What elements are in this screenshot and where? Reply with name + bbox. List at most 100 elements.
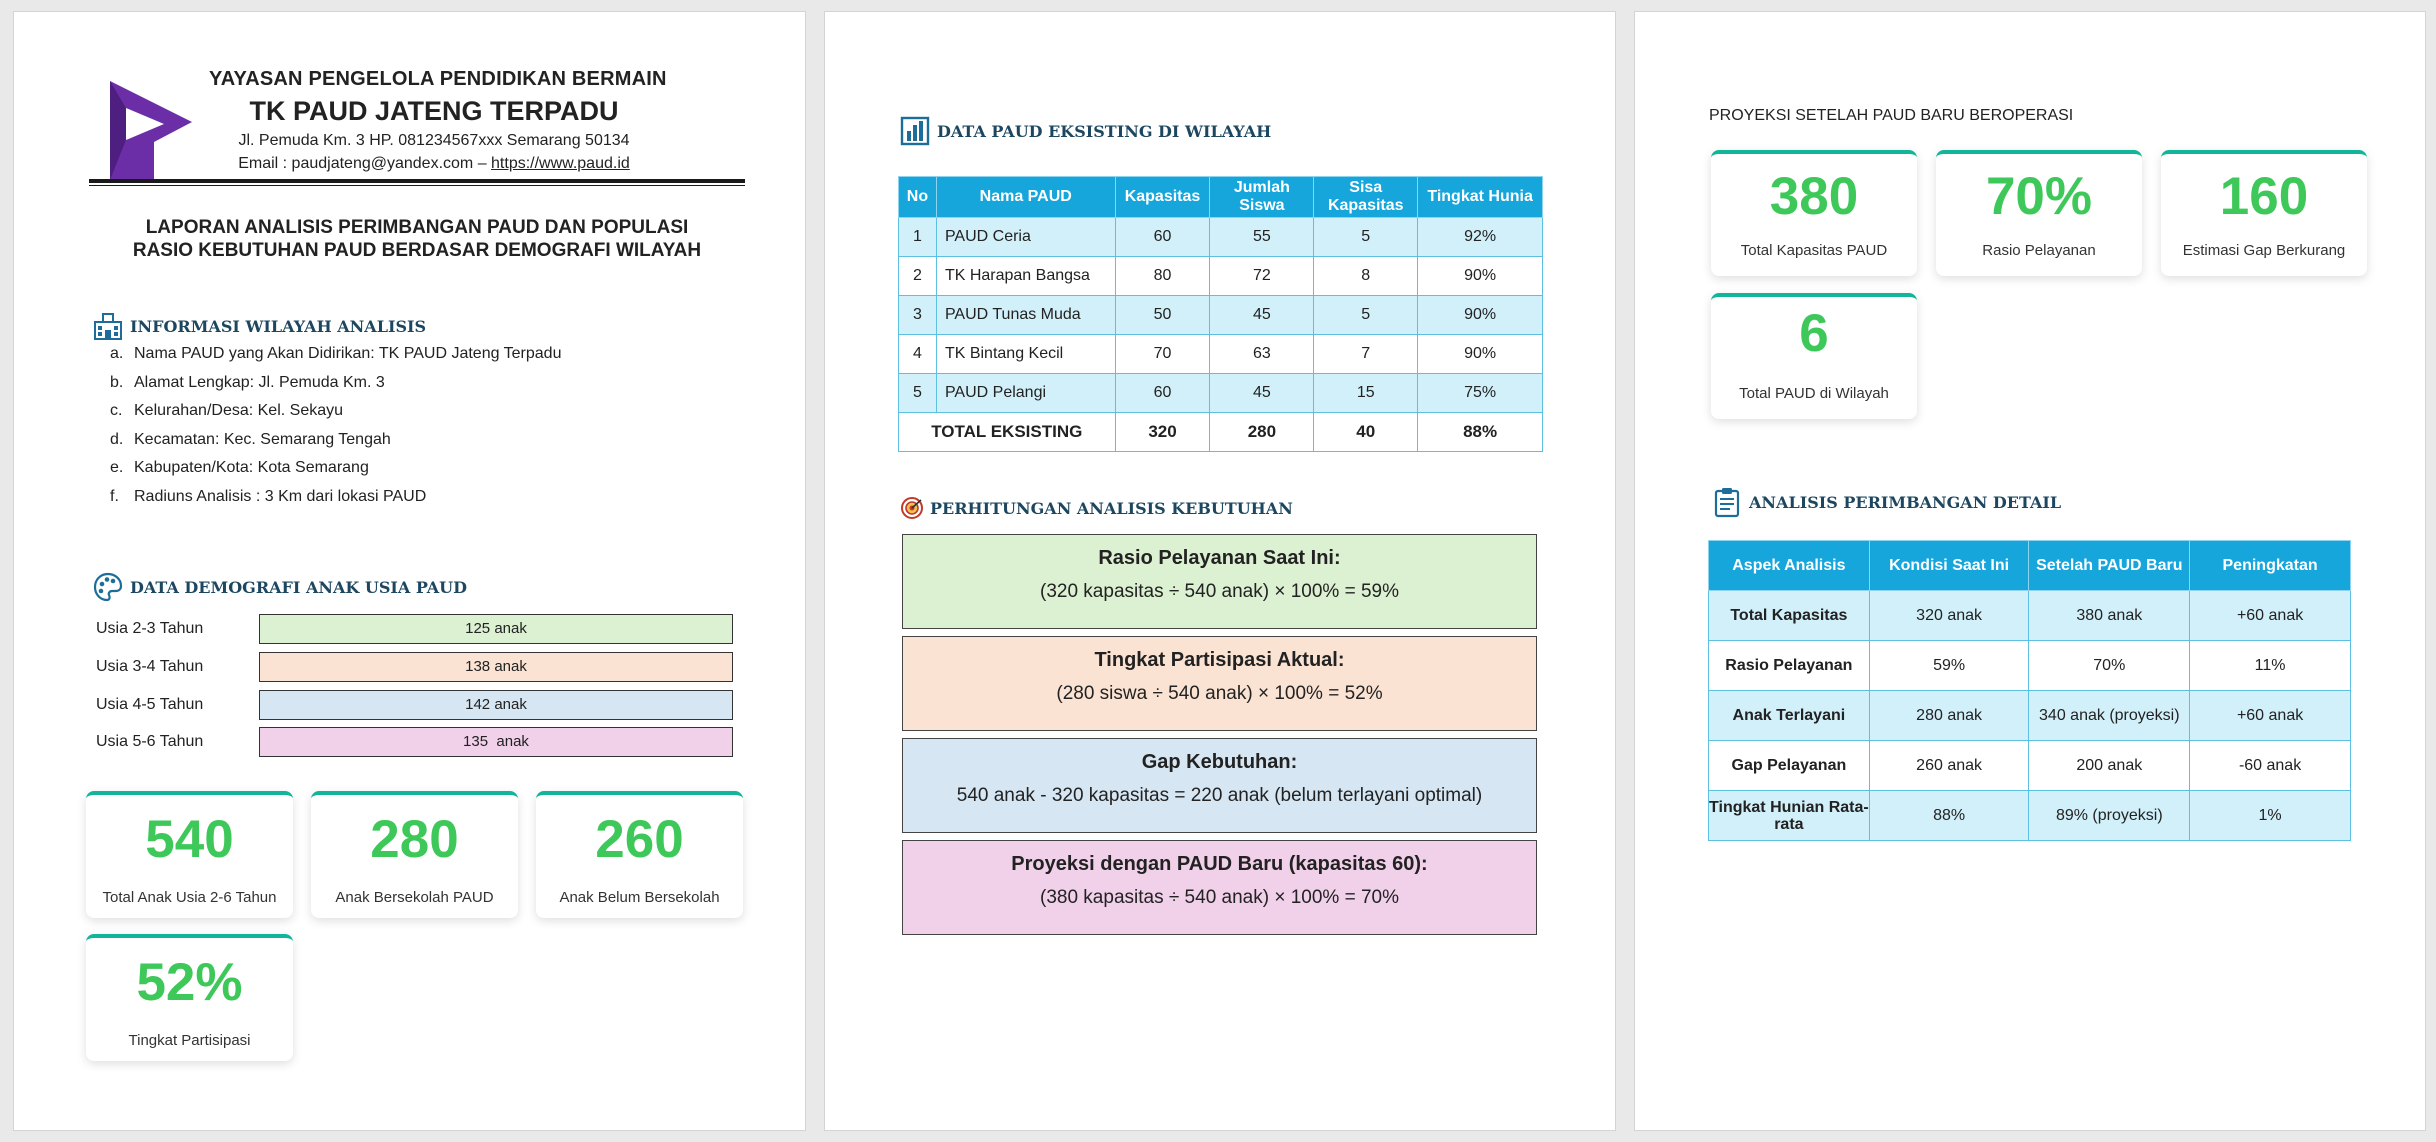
table-row: 4 TK Bintang Kecil 70 63 7 90% (898, 334, 1543, 374)
table-cell: 45 (1209, 373, 1315, 413)
info-section-title: INFORMASI WILAYAH ANALISIS (92, 310, 426, 342)
page-2: DATA PAUD EKSISTING DI WILAYAH No Nama P… (824, 11, 1616, 1131)
table-cell: 63 (1209, 334, 1315, 374)
col-header-aspek: Aspek Analisis (1708, 540, 1870, 591)
calc-formula: 540 anak - 320 kapasitas = 220 anak (bel… (956, 785, 1483, 806)
bar-chart-icon (900, 116, 930, 146)
table-cell: 200 anak (2028, 740, 2191, 791)
table-cell: -60 anak (2189, 740, 2351, 791)
perhitungan-section-title: PERHITUNGAN ANALISIS KEBUTUHAN (900, 496, 1293, 520)
table-cell: Anak Terlayani (1708, 690, 1870, 741)
table-cell: 380 anak (2028, 590, 2191, 641)
col-header-kapasitas: Kapasitas (1114, 176, 1211, 218)
table-row: Tingkat Hunian Rata-rata 88% 89% (proyeksi… (1708, 790, 2351, 841)
total-cell: 88% (1417, 412, 1543, 452)
report-title-line-2: RASIO KEBUTUHAN PAUD BERDASAR DEMOGRAFI … (132, 240, 702, 261)
calc-box-gap: Gap Kebutuhan: 540 anak - 320 kapasitas … (902, 738, 1537, 833)
table-row: Anak Terlayani 280 anak 340 anak (proyeksi… (1708, 690, 2351, 741)
col-header-jumlah-siswa: Jumlah Siswa (1209, 176, 1315, 218)
stat-label: Total Kapasitas PAUD (1740, 242, 1888, 259)
table-total-row: TOTAL EKSISTING 320 280 40 88% (898, 412, 1543, 452)
table-cell: 60 (1114, 217, 1211, 257)
stat-value: 6 (1799, 304, 1829, 363)
stat-card-bersekolah: 280 Anak Bersekolah PAUD (311, 791, 518, 918)
table-cell: 5 (1313, 295, 1419, 335)
table-cell: 92% (1417, 217, 1543, 257)
table-cell: +60 anak (2189, 690, 2351, 741)
table-cell: 1 (898, 217, 937, 257)
page-3: PROYEKSI SETELAH PAUD BARU BEROPERASI 38… (1634, 11, 2426, 1131)
calc-formula: (320 kapasitas ÷ 540 anak) × 100% = 59% (1040, 581, 1399, 602)
table-cell: Total Kapasitas (1708, 590, 1870, 641)
table-cell: 89% (proyeksi) (2028, 790, 2191, 841)
header-rule-thick (89, 179, 745, 183)
total-cell: 280 (1209, 412, 1315, 452)
demo-bar-5-6: 135 anak (259, 727, 733, 757)
table-cell: TK Harapan Bangsa (935, 256, 1116, 296)
demo-label-5-6: Usia 5-6 Tahun (96, 733, 204, 750)
info-item-d: d. Kecamatan: Kec. Semarang Tengah (110, 430, 391, 448)
demo-label-3-4: Usia 3-4 Tahun (96, 658, 204, 675)
calc-title: Proyeksi dengan PAUD Baru (kapasitas 60)… (1011, 853, 1428, 875)
proj-card-rasio: 70% Rasio Pelayanan (1936, 150, 2142, 276)
table-cell: PAUD Tunas Muda (935, 295, 1116, 335)
stat-value: 70% (1985, 167, 2093, 226)
stat-value: 260 (595, 810, 684, 869)
table-row: 1 PAUD Ceria 60 55 5 92% (898, 217, 1543, 257)
table-cell: PAUD Ceria (935, 217, 1116, 257)
website-link[interactable]: https://www.paud.id (491, 155, 630, 172)
calc-title: Gap Kebutuhan: (1141, 751, 1298, 773)
info-item-b: b. Alamat Lengkap: Jl. Pemuda Km. 3 (110, 373, 385, 391)
header-rule-thin (89, 185, 745, 186)
school-name: TK PAUD JATENG TERPADU (249, 96, 619, 126)
table-cell: 280 anak (1868, 690, 2030, 741)
table-row: 2 TK Harapan Bangsa 80 72 8 90% (898, 256, 1543, 296)
demografi-section-title: DATA DEMOGRAFI ANAK USIA PAUD (92, 571, 467, 603)
palette-icon (93, 572, 123, 602)
table-cell: Gap Pelayanan (1708, 740, 1870, 791)
stat-value: 52% (136, 953, 243, 1012)
table-cell: 340 anak (proyeksi) (2028, 690, 2191, 741)
table-row: Total Kapasitas 320 anak 380 anak +60 anak (1708, 590, 2351, 641)
school-contact: Email : paudjateng@yandex.com – https://… (209, 155, 659, 173)
table-cell: 5 (898, 373, 937, 413)
table-cell: 70% (2028, 640, 2191, 691)
eksisting-section-title: DATA PAUD EKSISTING DI WILAYAH (899, 115, 1271, 147)
table-cell: +60 anak (2189, 590, 2351, 641)
stat-label: Estimasi Gap Berkurang (2182, 242, 2346, 259)
table-cell: 90% (1417, 334, 1543, 374)
table-cell: 70 (1114, 334, 1211, 374)
demo-bar-2-3: 125 anak (259, 614, 733, 644)
table-row: 5 PAUD Pelangi 60 45 15 75% (898, 373, 1543, 413)
table-cell: 1% (2189, 790, 2351, 841)
stat-card-partisipasi: 52% Tingkat Partisipasi (86, 934, 293, 1061)
calc-box-partisipasi: Tingkat Partisipasi Aktual: (280 siswa ÷… (902, 636, 1537, 731)
table-cell: 75% (1417, 373, 1543, 413)
stat-label: Total PAUD di Wilayah (1739, 385, 1889, 402)
stat-label: Tingkat Partisipasi (128, 1032, 251, 1049)
table-cell: TK Bintang Kecil (935, 334, 1116, 374)
proj-card-kapasitas: 380 Total Kapasitas PAUD (1711, 150, 1917, 276)
table-cell: 50 (1114, 295, 1211, 335)
table-row: 3 PAUD Tunas Muda 50 45 5 90% (898, 295, 1543, 335)
org-name: YAYASAN PENGELOLA PENDIDIKAN BERMAIN (209, 68, 667, 90)
table-cell: 90% (1417, 295, 1543, 335)
calc-box-rasio-pelayanan: Rasio Pelayanan Saat Ini: (320 kapasitas… (902, 534, 1537, 629)
table-cell: 7 (1313, 334, 1419, 374)
stat-card-belum-bersekolah: 260 Anak Belum Bersekolah (536, 791, 743, 918)
table-header-row: Aspek Analisis Kondisi Saat Ini Setelah … (1708, 540, 2351, 591)
stat-label: Rasio Pelayanan (1982, 242, 2096, 259)
table-cell: 90% (1417, 256, 1543, 296)
perimbangan-table: Aspek Analisis Kondisi Saat Ini Setelah … (1708, 540, 2351, 841)
table-cell: 80 (1114, 256, 1211, 296)
table-cell: 59% (1868, 640, 2030, 691)
table-cell: PAUD Pelangi (935, 373, 1116, 413)
calc-title: Tingkat Partisipasi Aktual: (1094, 649, 1345, 671)
info-item-c: c. Kelurahan/Desa: Kel. Sekayu (110, 402, 344, 420)
total-label: TOTAL EKSISTING (898, 412, 1116, 452)
table-cell: 72 (1209, 256, 1315, 296)
page-1: YAYASAN PENGELOLA PENDIDIKAN BERMAIN TK … (13, 11, 806, 1131)
proj-card-total-paud: 6 Total PAUD di Wilayah (1711, 293, 1917, 419)
table-cell: 8 (1313, 256, 1419, 296)
info-item-f: f. Radiuns Analisis : 3 Km dari lokasi PA… (110, 487, 427, 505)
